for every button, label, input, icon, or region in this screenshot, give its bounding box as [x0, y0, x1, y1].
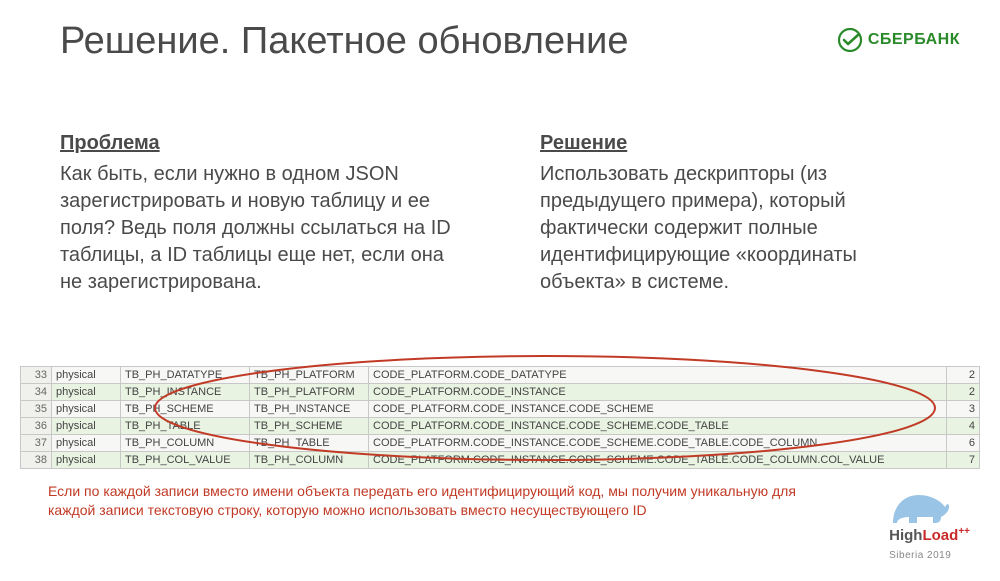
conf-edition: Siberia 2019: [889, 550, 951, 561]
table-row: 33 physical TB_PH_DATATYPE TB_PH_PLATFOR…: [21, 367, 980, 384]
metadata-table: 33 physical TB_PH_DATATYPE TB_PH_PLATFOR…: [20, 366, 980, 469]
sberbank-logo: СБЕРБАНК: [838, 28, 960, 52]
conf-name-post: Load: [922, 527, 958, 544]
highload-logo: HighLoad++ Siberia 2019: [889, 487, 970, 563]
problem-column: Проблема Как быть, если нужно в одном JS…: [60, 130, 460, 296]
table-row: 36 physical TB_PH_TABLE TB_PH_SCHEME COD…: [21, 418, 980, 435]
problem-heading: Проблема: [60, 130, 460, 157]
problem-body: Как быть, если нужно в одном JSON зареги…: [60, 161, 460, 296]
solution-heading: Решение: [540, 130, 940, 157]
sberbank-icon: [838, 28, 862, 52]
table-row: 35 physical TB_PH_SCHEME TB_PH_INSTANCE …: [21, 401, 980, 418]
conf-plus: ++: [958, 526, 970, 537]
solution-column: Решение Использовать дескрипторы (из пре…: [540, 130, 940, 296]
sberbank-name: СБЕРБАНК: [868, 31, 960, 49]
bear-icon: [889, 487, 951, 527]
table-row: 38 physical TB_PH_COL_VALUE TB_PH_COLUMN…: [21, 452, 980, 469]
solution-body: Использовать дескрипторы (из предыдущего…: [540, 161, 940, 296]
slide-title: Решение. Пакетное обновление: [60, 20, 628, 63]
table-row: 34 physical TB_PH_INSTANCE TB_PH_PLATFOR…: [21, 384, 980, 401]
table-row: 37 physical TB_PH_COLUMN TB_PH_TABLE COD…: [21, 435, 980, 452]
footnote-text: Если по каждой записи вместо имени объек…: [48, 482, 798, 520]
conf-name-pre: High: [889, 527, 922, 544]
